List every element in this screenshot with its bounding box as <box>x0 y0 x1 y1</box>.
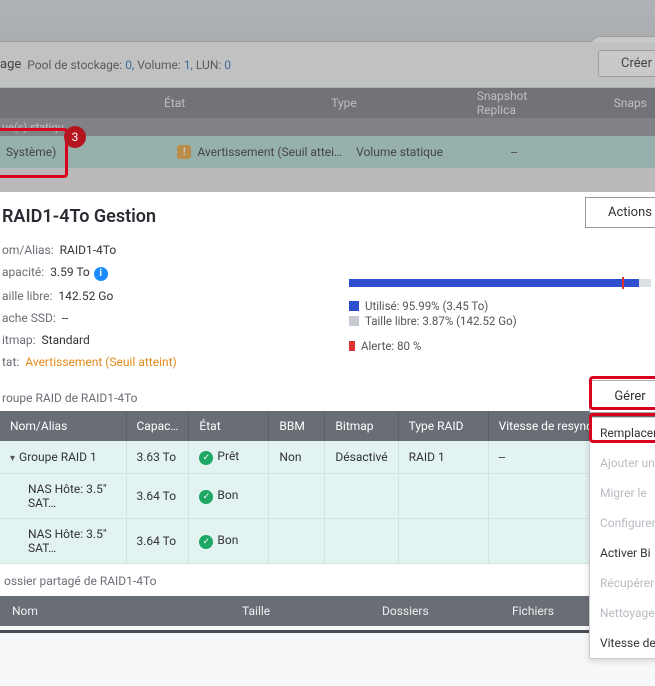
highlight-gerer-button <box>589 376 655 410</box>
shared-folder-header: Nom Taille Dossiers Fichiers <box>0 596 655 626</box>
volume-row[interactable]: Système) ! Avertissement (Seuil attei… V… <box>0 136 655 168</box>
usage-bar <box>349 279 651 287</box>
raid-group-label: roupe RAID de RAID1-4To <box>2 391 651 411</box>
volume-warning-text: Avertissement (Seuil attei… <box>197 145 342 159</box>
check-icon: ✓ <box>199 490 213 504</box>
dd-migrate[interactable]: Migrer le <box>590 478 655 508</box>
raid-table: Nom/Alias Capac… État BBM Bitmap Type RA… <box>0 411 655 564</box>
usage-widget: Utilisé: 95.99% (3.45 To) Taille libre: … <box>349 279 651 354</box>
col-etat: État <box>189 411 269 441</box>
dd-cleanup[interactable]: Nettoyage <box>590 598 655 628</box>
dd-configure[interactable]: Configurer <box>590 508 655 538</box>
col-etat: État <box>156 96 193 110</box>
volume-snapr: -- <box>511 145 518 159</box>
table-row[interactable]: ▾Groupe RAID 1 3.63 To ✓Prêt Non Désacti… <box>0 441 655 474</box>
highlight-system-item <box>0 128 68 178</box>
chevron-down-icon[interactable]: ▾ <box>10 453 15 464</box>
col-type-raid: Type RAID <box>398 411 488 441</box>
col-snapshot: Snaps <box>606 96 655 110</box>
dd-activate-bitmap[interactable]: Activer Bi <box>590 538 655 568</box>
col-snapshot-replica: Snapshot Replica <box>469 89 570 117</box>
dd-recover[interactable]: Récupérer <box>590 568 655 598</box>
group-row: ue(s) statiqu <box>0 118 655 136</box>
manage-dropdown: Remplacer Ajouter un Migrer le Configure… <box>589 417 655 659</box>
storage-summary: age Pool de stockage: 0, Volume: 1, LUN:… <box>0 42 655 88</box>
warning-icon: ! <box>177 145 191 159</box>
step-badge: 3 <box>64 126 86 148</box>
col-bbm: BBM <box>269 411 325 441</box>
check-icon: ✓ <box>199 535 213 549</box>
status-warning: Avertissement (Seuil atteint) <box>25 355 176 369</box>
dd-add[interactable]: Ajouter un <box>590 448 655 478</box>
col-type: Type <box>323 96 365 110</box>
shared-folder-body <box>0 626 655 686</box>
bottom-divider <box>0 630 655 633</box>
col-capacity: Capac… <box>126 411 189 441</box>
actions-button[interactable]: Actions <box>585 197 655 228</box>
dd-resync-speed[interactable]: Vitesse de <box>590 628 655 658</box>
check-icon: ✓ <box>199 451 213 465</box>
table-row[interactable]: NAS Hôte: 3.5" SAT… 3.64 To ✓Bon <box>0 518 655 563</box>
create-button[interactable]: Créer <box>598 50 655 77</box>
info-icon[interactable]: i <box>94 267 108 281</box>
pool-header-row: État Type Snapshot Replica Snaps <box>0 88 655 118</box>
highlight-replace-item <box>589 413 655 443</box>
volume-type: Volume statique <box>356 145 443 159</box>
page-title: RAID1-4To Gestion <box>0 192 655 239</box>
shared-folder-label: ossier partagé de RAID1-4To <box>0 564 655 596</box>
alert-marker <box>622 277 624 289</box>
col-nom-alias: Nom/Alias <box>0 411 126 441</box>
table-row[interactable]: NAS Hôte: 3.5" SAT… 3.64 To ✓Bon <box>0 473 655 518</box>
storage-label-suffix: age <box>0 57 21 72</box>
col-bitmap: Bitmap <box>325 411 398 441</box>
